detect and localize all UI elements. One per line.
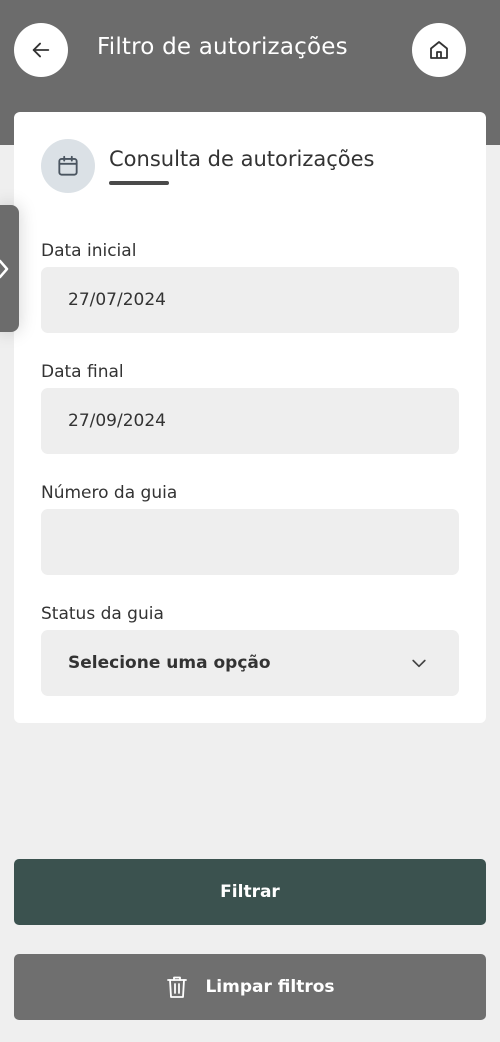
filter-button-label: Filtrar <box>220 882 280 902</box>
side-drawer-tab[interactable] <box>0 205 19 332</box>
end-date-field[interactable]: 27/09/2024 <box>41 388 459 454</box>
end-date-label: Data final <box>41 362 124 382</box>
chevron-down-icon <box>409 653 429 678</box>
clear-filters-button[interactable]: Limpar filtros <box>14 954 486 1020</box>
filter-button[interactable]: Filtrar <box>14 859 486 925</box>
guide-status-label: Status da guia <box>41 604 164 624</box>
clear-filters-label: Limpar filtros <box>205 977 335 997</box>
start-date-label: Data inicial <box>41 241 137 261</box>
end-date-value: 27/09/2024 <box>68 411 166 431</box>
card-icon-badge <box>41 139 95 193</box>
guide-status-select[interactable]: Selecione uma opção <box>41 630 459 696</box>
guide-status-value: Selecione uma opção <box>68 653 271 673</box>
chevron-right-icon <box>0 255 11 283</box>
title-underline <box>109 181 169 185</box>
calendar-icon <box>55 153 81 179</box>
trash-icon <box>165 974 189 1000</box>
arrow-left-icon <box>30 39 52 61</box>
start-date-value: 27/07/2024 <box>68 290 166 310</box>
page-title: Filtro de autorizações <box>97 34 348 60</box>
home-button[interactable] <box>412 23 466 77</box>
filter-card: Consulta de autorizações Data inicial 27… <box>14 112 486 723</box>
card-title: Consulta de autorizações <box>109 147 375 171</box>
guide-number-label: Número da guia <box>41 483 178 503</box>
home-icon <box>427 38 451 62</box>
start-date-field[interactable]: 27/07/2024 <box>41 267 459 333</box>
guide-number-field[interactable] <box>41 509 459 575</box>
back-button[interactable] <box>14 23 68 77</box>
